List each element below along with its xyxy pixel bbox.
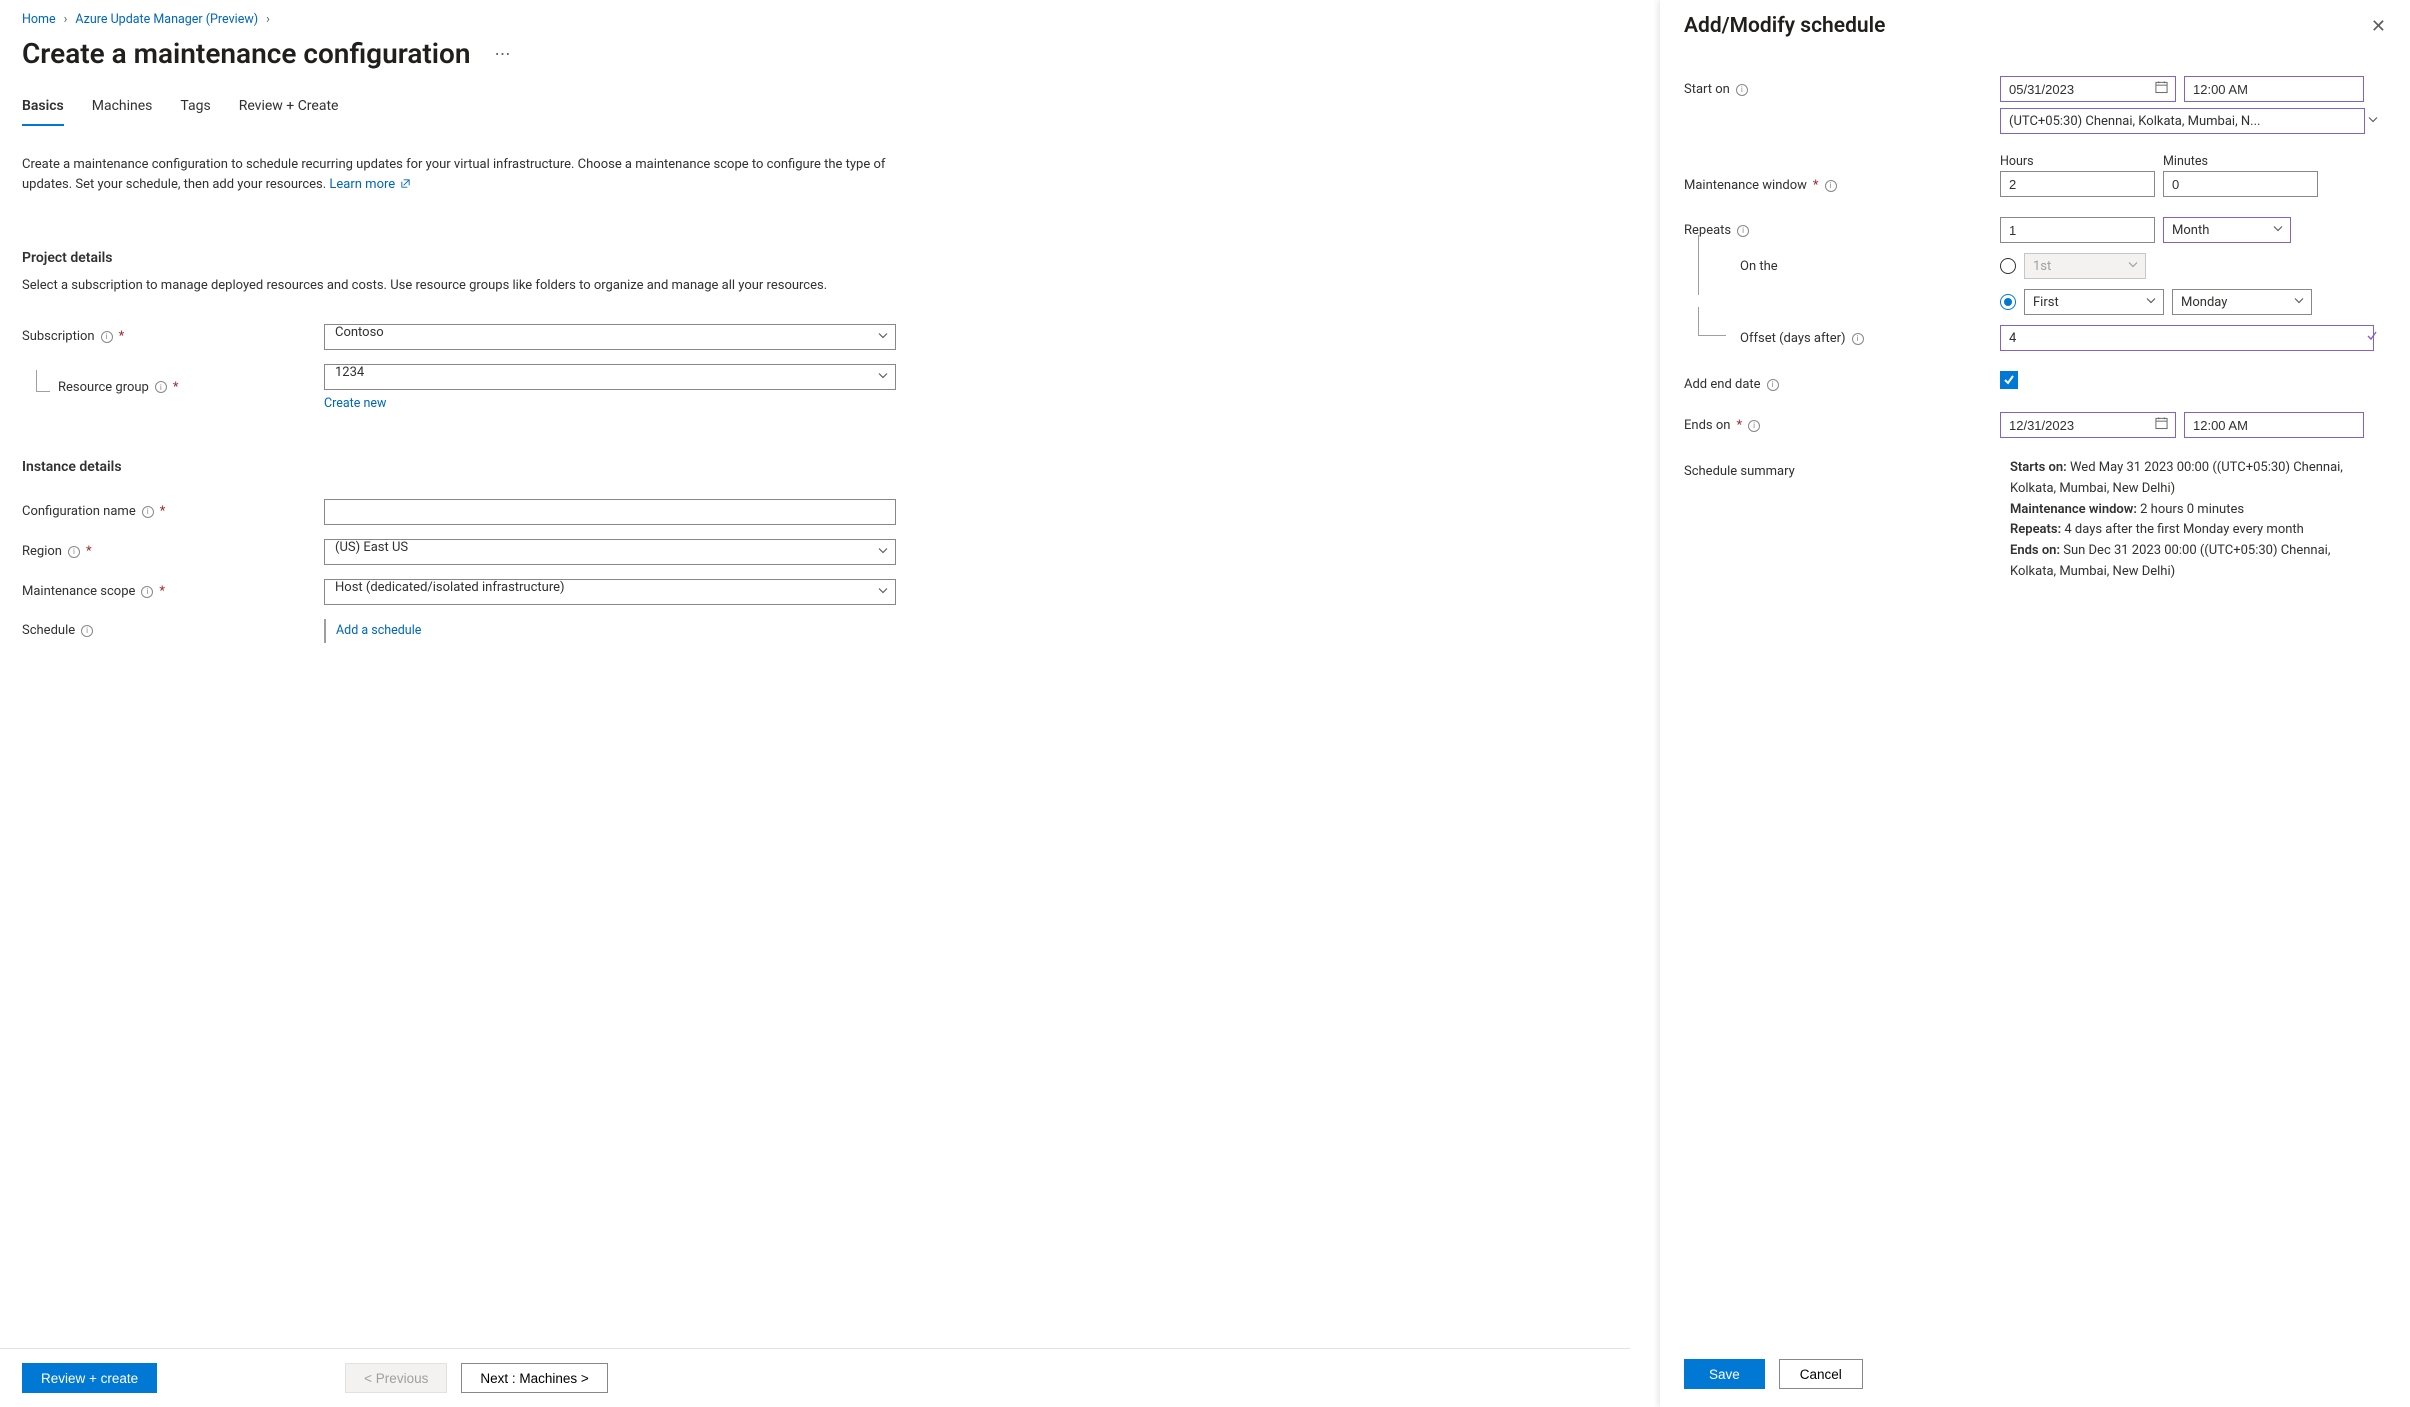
page-title: Create a maintenance configuration bbox=[22, 37, 471, 70]
info-icon[interactable]: i bbox=[142, 506, 154, 518]
info-icon[interactable]: i bbox=[1736, 84, 1748, 96]
maintenance-window-label: Maintenance window * i bbox=[1684, 154, 2000, 193]
tab-basics[interactable]: Basics bbox=[22, 92, 64, 126]
day-of-week-radio[interactable] bbox=[2000, 294, 2016, 310]
resource-group-select[interactable]: 1234 bbox=[324, 364, 896, 390]
tab-bar: Basics Machines Tags Review + Create bbox=[22, 92, 1610, 127]
info-icon[interactable]: i bbox=[81, 625, 93, 637]
info-icon[interactable]: i bbox=[101, 331, 113, 343]
instance-details-heading: Instance details bbox=[22, 459, 1610, 475]
info-icon[interactable]: i bbox=[1767, 379, 1779, 391]
subscription-select[interactable]: Contoso bbox=[324, 324, 896, 350]
on-the-label: On the bbox=[1684, 253, 2000, 274]
cancel-button[interactable]: Cancel bbox=[1779, 1359, 1863, 1389]
schedule-summary-text: Starts on: Wed May 31 2023 00:00 ((UTC+0… bbox=[2000, 458, 2370, 583]
repeats-interval-input[interactable] bbox=[2000, 217, 2155, 243]
hours-label: Hours bbox=[2000, 154, 2155, 169]
chevron-right-icon: › bbox=[64, 12, 68, 27]
region-label: Region i * bbox=[22, 544, 324, 559]
end-date-input[interactable] bbox=[2000, 412, 2176, 438]
start-date-input[interactable] bbox=[2000, 76, 2176, 102]
chevron-down-icon bbox=[2368, 114, 2378, 129]
repeats-label: Repeats i bbox=[1684, 217, 2000, 238]
start-on-label: Start on i bbox=[1684, 76, 2000, 97]
resource-group-label: Resource group i * bbox=[22, 380, 324, 395]
day-of-month-radio[interactable] bbox=[2000, 258, 2016, 274]
more-actions-icon[interactable]: ⋯ bbox=[495, 44, 511, 63]
create-new-rg-link[interactable]: Create new bbox=[324, 396, 896, 411]
info-icon[interactable]: i bbox=[155, 381, 167, 393]
info-icon[interactable]: i bbox=[68, 546, 80, 558]
maintenance-scope-select[interactable]: Host (dedicated/isolated infrastructure) bbox=[324, 579, 896, 605]
schedule-panel: Add/Modify schedule ✕ Start on i bbox=[1660, 0, 2410, 1407]
info-icon[interactable]: i bbox=[1737, 225, 1749, 237]
hours-input[interactable] bbox=[2000, 171, 2155, 197]
info-icon[interactable]: i bbox=[1825, 180, 1837, 192]
info-icon[interactable]: i bbox=[1852, 333, 1864, 345]
learn-more-link[interactable]: Learn more bbox=[329, 177, 411, 192]
project-details-heading: Project details bbox=[22, 250, 1610, 266]
config-name-input[interactable] bbox=[324, 499, 896, 525]
panel-title: Add/Modify schedule bbox=[1684, 14, 1885, 38]
offset-select[interactable]: 4 bbox=[2000, 325, 2374, 351]
tab-review-create[interactable]: Review + Create bbox=[239, 92, 339, 126]
intro-text: Create a maintenance configuration to sc… bbox=[22, 137, 932, 202]
add-end-date-checkbox[interactable] bbox=[2000, 371, 2018, 389]
breadcrumb-home[interactable]: Home bbox=[22, 12, 56, 27]
project-details-desc: Select a subscription to manage deployed… bbox=[22, 276, 902, 296]
schedule-summary-label: Schedule summary bbox=[1684, 458, 2000, 479]
add-end-date-label: Add end date i bbox=[1684, 371, 2000, 392]
subscription-label: Subscription i * bbox=[22, 329, 324, 344]
close-icon[interactable]: ✕ bbox=[2371, 16, 2386, 37]
start-time-input[interactable] bbox=[2184, 76, 2364, 102]
offset-label: Offset (days after) i bbox=[1684, 325, 2000, 346]
config-name-label: Configuration name i * bbox=[22, 504, 324, 519]
add-schedule-link[interactable]: Add a schedule bbox=[336, 623, 421, 638]
minutes-input[interactable] bbox=[2163, 171, 2318, 197]
info-icon[interactable]: i bbox=[1748, 420, 1760, 432]
info-icon[interactable]: i bbox=[141, 586, 153, 598]
schedule-label: Schedule i bbox=[22, 623, 324, 638]
breadcrumb-parent[interactable]: Azure Update Manager (Preview) bbox=[75, 12, 258, 27]
review-create-button[interactable]: Review + create bbox=[22, 1363, 157, 1393]
timezone-select[interactable]: (UTC+05:30) Chennai, Kolkata, Mumbai, N.… bbox=[2000, 108, 2365, 134]
repeats-unit-select[interactable]: Month bbox=[2163, 217, 2291, 243]
week-ordinal-select[interactable]: First bbox=[2024, 289, 2164, 315]
external-link-icon bbox=[400, 178, 411, 189]
ends-on-label: Ends on * i bbox=[1684, 412, 2000, 433]
day-of-month-select: 1st bbox=[2024, 253, 2146, 279]
next-button[interactable]: Next : Machines > bbox=[461, 1363, 607, 1393]
region-select[interactable]: (US) East US bbox=[324, 539, 896, 565]
weekday-select[interactable]: Monday bbox=[2172, 289, 2312, 315]
save-button[interactable]: Save bbox=[1684, 1359, 1765, 1389]
minutes-label: Minutes bbox=[2163, 154, 2318, 169]
breadcrumb: Home › Azure Update Manager (Preview) › bbox=[22, 0, 1610, 37]
end-time-input[interactable] bbox=[2184, 412, 2364, 438]
maintenance-scope-label: Maintenance scope i * bbox=[22, 584, 324, 599]
tab-tags[interactable]: Tags bbox=[180, 92, 210, 126]
chevron-right-icon: › bbox=[266, 12, 270, 27]
previous-button: < Previous bbox=[345, 1363, 447, 1393]
tab-machines[interactable]: Machines bbox=[92, 92, 153, 126]
